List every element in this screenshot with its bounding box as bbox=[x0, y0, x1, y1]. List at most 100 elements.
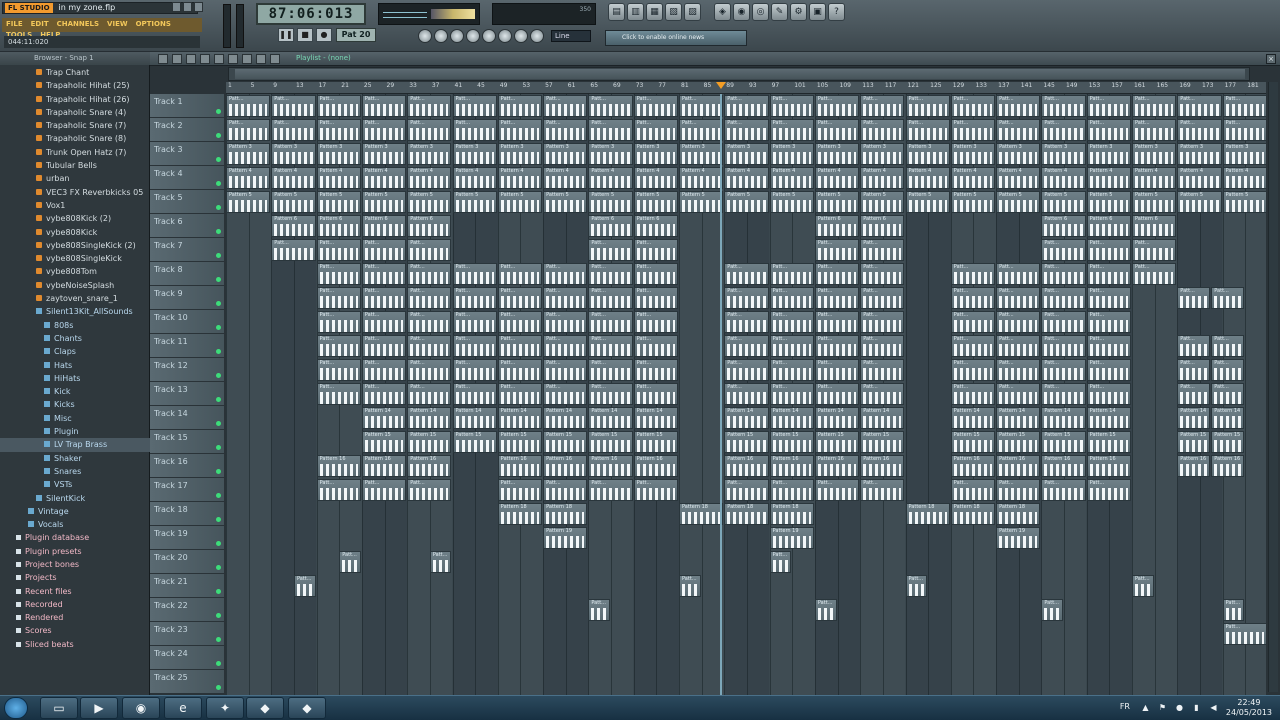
pattern-clip[interactable]: Patt... bbox=[679, 95, 724, 117]
pattern-clip[interactable]: Pattern 15 bbox=[543, 431, 588, 453]
pattern-clip[interactable]: Patt... bbox=[497, 335, 543, 357]
pattern-clip[interactable]: Patt... bbox=[769, 119, 814, 141]
track-header[interactable]: Track 17 bbox=[150, 478, 224, 502]
pattern-clip[interactable]: Patt... bbox=[361, 95, 407, 117]
pattern-clip[interactable]: Pattern 4 bbox=[1132, 167, 1177, 189]
project-info-icon[interactable]: ◎ bbox=[752, 3, 769, 21]
pattern-clip[interactable]: Pattern 14 bbox=[543, 407, 588, 429]
browser-item[interactable]: vybe808SingleKick bbox=[0, 252, 150, 265]
pattern-clip[interactable]: Patt... bbox=[633, 119, 678, 141]
pattern-clip[interactable]: Patt... bbox=[633, 359, 678, 381]
track-header[interactable]: Track 25 bbox=[150, 670, 224, 694]
track-header[interactable]: Track 10 bbox=[150, 310, 224, 334]
pattern-clip[interactable]: Patt... bbox=[588, 239, 633, 261]
pattern-clip[interactable]: Patt... bbox=[543, 335, 588, 357]
zoom-tool-icon[interactable] bbox=[270, 54, 280, 64]
pattern-clip[interactable]: Pattern 5 bbox=[633, 191, 678, 213]
pattern-clip[interactable]: Patt... bbox=[1132, 95, 1177, 117]
pattern-clip[interactable]: Patt... bbox=[814, 239, 860, 261]
typing-keyboard-icon[interactable] bbox=[530, 29, 544, 43]
master-volume-slider[interactable] bbox=[223, 4, 231, 48]
pattern-clip[interactable]: Pattern 3 bbox=[407, 143, 452, 165]
pattern-clip[interactable]: Patt... bbox=[814, 479, 860, 501]
pattern-clip[interactable]: Pattern 15 bbox=[950, 431, 996, 453]
track-mute-led[interactable] bbox=[216, 109, 221, 114]
pattern-clip[interactable]: Pattern 16 bbox=[407, 455, 452, 477]
pattern-clip[interactable]: Pattern 3 bbox=[226, 143, 271, 165]
pattern-clip[interactable]: Patt... bbox=[996, 119, 1041, 141]
pattern-clip[interactable]: Pattern 6 bbox=[633, 215, 678, 237]
pattern-clip[interactable]: Pattern 4 bbox=[271, 167, 316, 189]
pattern-clip[interactable]: Pattern 3 bbox=[452, 143, 497, 165]
browser-item[interactable]: zaytoven_snare_1 bbox=[0, 292, 150, 305]
browser-item[interactable]: SilentKick bbox=[0, 492, 150, 505]
pattern-clip[interactable]: Patt... bbox=[1041, 479, 1086, 501]
pattern-clip[interactable]: Pattern 3 bbox=[633, 143, 678, 165]
browser-item[interactable]: VEC3 FX Reverbkicks 05 bbox=[0, 186, 150, 199]
pattern-clip[interactable]: Pattern 14 bbox=[588, 407, 633, 429]
pattern-clip[interactable]: Pattern 15 bbox=[1086, 431, 1131, 453]
track-mute-led[interactable] bbox=[216, 181, 221, 186]
pattern-clip[interactable]: Patt... bbox=[1041, 263, 1086, 285]
pattern-clip[interactable]: Pattern 4 bbox=[316, 167, 361, 189]
pattern-clip[interactable]: Patt... bbox=[452, 335, 497, 357]
mute-tool-icon[interactable] bbox=[228, 54, 238, 64]
pattern-clip[interactable]: Pattern 4 bbox=[905, 167, 950, 189]
pattern-clip[interactable]: Patt... bbox=[950, 263, 996, 285]
pattern-clip[interactable]: Pattern 16 bbox=[1086, 455, 1131, 477]
pattern-clip[interactable]: Pattern 14 bbox=[1177, 407, 1211, 429]
browser-header[interactable]: Browser - Snap 1 bbox=[0, 52, 150, 65]
pattern-clip[interactable]: Patt... bbox=[633, 479, 678, 501]
browser-icon[interactable]: ▧ bbox=[665, 3, 682, 21]
paint-tool-icon[interactable] bbox=[200, 54, 210, 64]
pattern-clip[interactable]: Patt... bbox=[1086, 95, 1131, 117]
menu-view[interactable]: VIEW bbox=[103, 18, 132, 28]
multilink-icon[interactable] bbox=[514, 29, 528, 43]
maximize-button[interactable] bbox=[183, 2, 192, 12]
pattern-clip[interactable]: Pattern 4 bbox=[1177, 167, 1222, 189]
track-mute-led[interactable] bbox=[216, 373, 221, 378]
track-mute-led[interactable] bbox=[216, 613, 221, 618]
browser-item[interactable]: vybe808Tom bbox=[0, 265, 150, 278]
pattern-clip[interactable]: Patt... bbox=[316, 287, 361, 309]
pattern-clip[interactable]: Patt... bbox=[1177, 383, 1211, 405]
pattern-clip[interactable]: Pattern 5 bbox=[950, 191, 996, 213]
track-header[interactable]: Track 13 bbox=[150, 382, 224, 406]
pattern-clip[interactable]: Pattern 4 bbox=[226, 167, 271, 189]
pattern-clip[interactable]: Patt... bbox=[769, 263, 814, 285]
pattern-clip[interactable]: Patt... bbox=[543, 95, 588, 117]
pattern-clip[interactable]: Patt... bbox=[633, 263, 678, 285]
help-icon[interactable]: ? bbox=[828, 3, 845, 21]
pattern-clip[interactable]: Pattern 3 bbox=[361, 143, 407, 165]
pattern-clip[interactable]: Pattern 18 bbox=[679, 503, 724, 525]
pattern-clip[interactable]: Patt... bbox=[1086, 383, 1131, 405]
pattern-clip[interactable]: Patt... bbox=[769, 95, 814, 117]
pattern-clip[interactable]: Pattern 4 bbox=[1041, 167, 1086, 189]
pattern-clip[interactable]: Patt... bbox=[679, 575, 701, 597]
pattern-clip[interactable]: Patt... bbox=[950, 335, 996, 357]
pattern-clip[interactable]: Pattern 15 bbox=[996, 431, 1041, 453]
pattern-clip[interactable]: Pattern 3 bbox=[996, 143, 1041, 165]
pattern-clip[interactable]: Pattern 16 bbox=[950, 455, 996, 477]
pattern-clip[interactable]: Pattern 18 bbox=[769, 503, 814, 525]
browser-item[interactable]: Trapaholic Snare (7) bbox=[0, 119, 150, 132]
track-header[interactable]: Track 18 bbox=[150, 502, 224, 526]
menu-edit[interactable]: EDIT bbox=[27, 18, 53, 28]
pattern-clip[interactable]: Patt... bbox=[1132, 263, 1177, 285]
browser-item[interactable]: Sliced beats bbox=[0, 638, 150, 651]
pattern-clip[interactable]: Pattern 16 bbox=[1211, 455, 1245, 477]
pattern-clip[interactable]: Patt... bbox=[814, 263, 860, 285]
pattern-clip[interactable]: Pattern 5 bbox=[1132, 191, 1177, 213]
pattern-clip[interactable]: Patt... bbox=[633, 383, 678, 405]
pattern-clip[interactable]: Pattern 4 bbox=[361, 167, 407, 189]
timeline-ruler[interactable]: 1 5 9 13 17 21 25 29 33 37 41 45 49 53 57 61 65 69 73 77 81 8… bbox=[226, 82, 1266, 94]
pattern-clip[interactable]: Pattern 3 bbox=[724, 143, 769, 165]
pattern-clip[interactable]: Patt... bbox=[950, 287, 996, 309]
tools-icon[interactable]: ✎ bbox=[771, 3, 788, 21]
browser-item[interactable]: Snares bbox=[0, 465, 150, 478]
track-mute-led[interactable] bbox=[216, 277, 221, 282]
pattern-clip[interactable]: Pattern 14 bbox=[633, 407, 678, 429]
pattern-clip[interactable]: Pattern 16 bbox=[633, 455, 678, 477]
pattern-clip[interactable]: Pattern 18 bbox=[724, 503, 769, 525]
browser-item[interactable]: Scores bbox=[0, 624, 150, 637]
